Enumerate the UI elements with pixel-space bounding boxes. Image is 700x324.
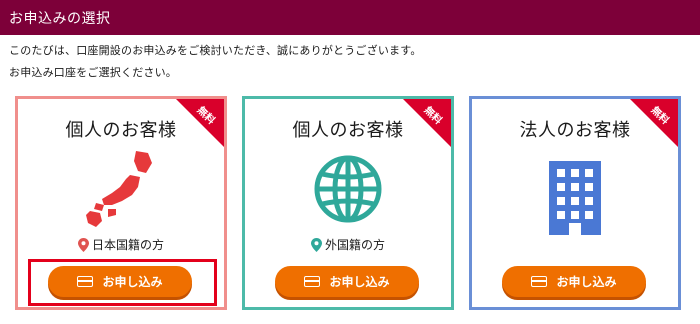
building-icon xyxy=(549,161,601,239)
location-pin-icon xyxy=(310,237,322,252)
credit-card-icon xyxy=(304,276,321,287)
card-title: 個人のお客様 xyxy=(65,120,177,141)
apply-button-corporate[interactable]: お申し込み xyxy=(502,266,646,297)
intro-text-line1: このたびは、口座開設のお申込みをご検討いただき、誠にありがとうございます。 xyxy=(9,44,422,57)
apply-button-label: お申し込み xyxy=(329,275,390,289)
card-individual-foreign: 無料 個人のお客様 外国籍の方 お申し込み xyxy=(242,96,454,310)
page-title: お申込みの選択 xyxy=(9,10,111,27)
intro-text-line2: お申込み口座をご選択ください。 xyxy=(9,66,177,79)
apply-button-label: お申し込み xyxy=(556,275,617,289)
globe-icon xyxy=(313,154,383,228)
card-subtitle: 日本国籍の方 xyxy=(18,236,224,253)
card-title: 個人のお客様 xyxy=(292,120,404,141)
location-pin-icon xyxy=(77,237,89,252)
card-subtitle-label: 日本国籍の方 xyxy=(91,238,164,252)
credit-card-icon xyxy=(531,276,548,287)
card-title: 法人のお客様 xyxy=(519,120,631,141)
card-corporate: 無料 法人のお客様 お申し込み xyxy=(469,96,681,310)
page-header: お申込みの選択 xyxy=(0,0,700,35)
card-subtitle: 外国籍の方 xyxy=(245,236,451,253)
card-individual-japanese: 無料 個人のお客様 日本国籍の方 お申し込み xyxy=(15,96,227,310)
apply-button-label: お申し込み xyxy=(102,275,163,289)
apply-button-individual-japanese[interactable]: お申し込み xyxy=(48,266,192,297)
apply-button-individual-foreign[interactable]: お申し込み xyxy=(275,266,419,297)
card-subtitle-label: 外国籍の方 xyxy=(324,238,385,252)
credit-card-icon xyxy=(77,276,94,287)
japan-map-icon xyxy=(86,149,156,233)
